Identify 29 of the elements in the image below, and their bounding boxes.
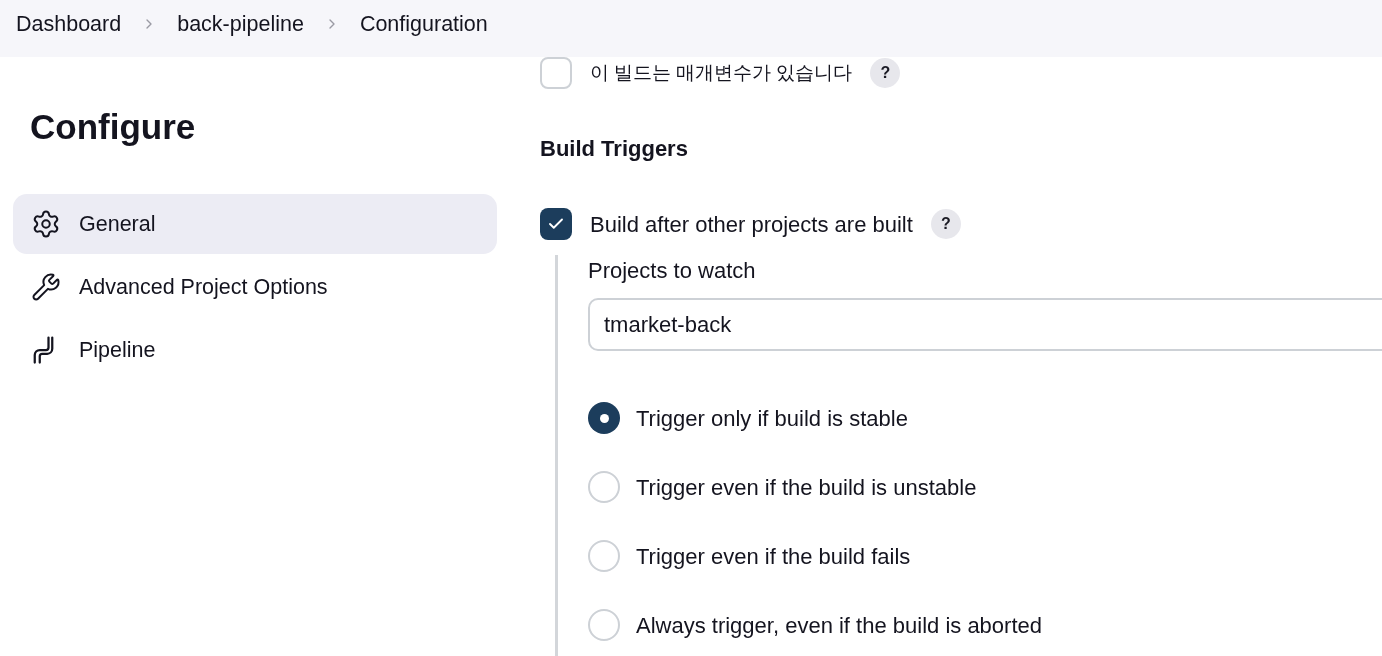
radio-button[interactable] bbox=[588, 402, 620, 434]
sidebar-item[interactable]: Advanced Project Options bbox=[13, 257, 497, 317]
radio-button[interactable] bbox=[588, 540, 620, 572]
sidebar-item[interactable]: Pipeline bbox=[13, 320, 497, 380]
section-heading: Build Triggers bbox=[540, 136, 689, 162]
radio-label: Trigger even if the build fails bbox=[636, 542, 911, 571]
checkbox[interactable] bbox=[540, 208, 572, 240]
radio-label: Trigger only if build is stable bbox=[636, 404, 908, 433]
sidebar-item-label: Advanced Project Options bbox=[79, 273, 328, 301]
radio-button[interactable] bbox=[588, 471, 620, 503]
projects-input-field[interactable]: tmarket-back bbox=[588, 298, 1382, 351]
wrench-icon bbox=[31, 272, 61, 302]
field-label: Projects to watch bbox=[588, 258, 757, 284]
radio-label: Always trigger, even if the build is aborted bbox=[636, 611, 1042, 640]
settings-icon bbox=[31, 209, 61, 239]
radio-label: Trigger even if the build is unstable bbox=[636, 473, 977, 502]
breadcrumb-link[interactable]: back-pipeline bbox=[177, 11, 304, 37]
breadcrumb-link[interactable]: Dashboard bbox=[16, 11, 122, 37]
checkbox-label: Build after other projects are built bbox=[590, 210, 913, 239]
sidebar-item-label: General bbox=[79, 210, 156, 238]
checkbox-label: 이 빌드는 매개변수가 있습니다 bbox=[590, 61, 853, 86]
breadcrumb-link[interactable]: Configuration bbox=[359, 11, 488, 37]
sidebar-item[interactable]: General bbox=[13, 194, 497, 254]
radio-button[interactable] bbox=[588, 609, 620, 641]
help-button[interactable]: ? bbox=[930, 209, 961, 239]
checkbox[interactable] bbox=[540, 57, 572, 89]
sidebar-item-label: Pipeline bbox=[79, 336, 156, 364]
help-button[interactable]: ? bbox=[870, 58, 901, 88]
page-title: Configure bbox=[29, 106, 197, 148]
